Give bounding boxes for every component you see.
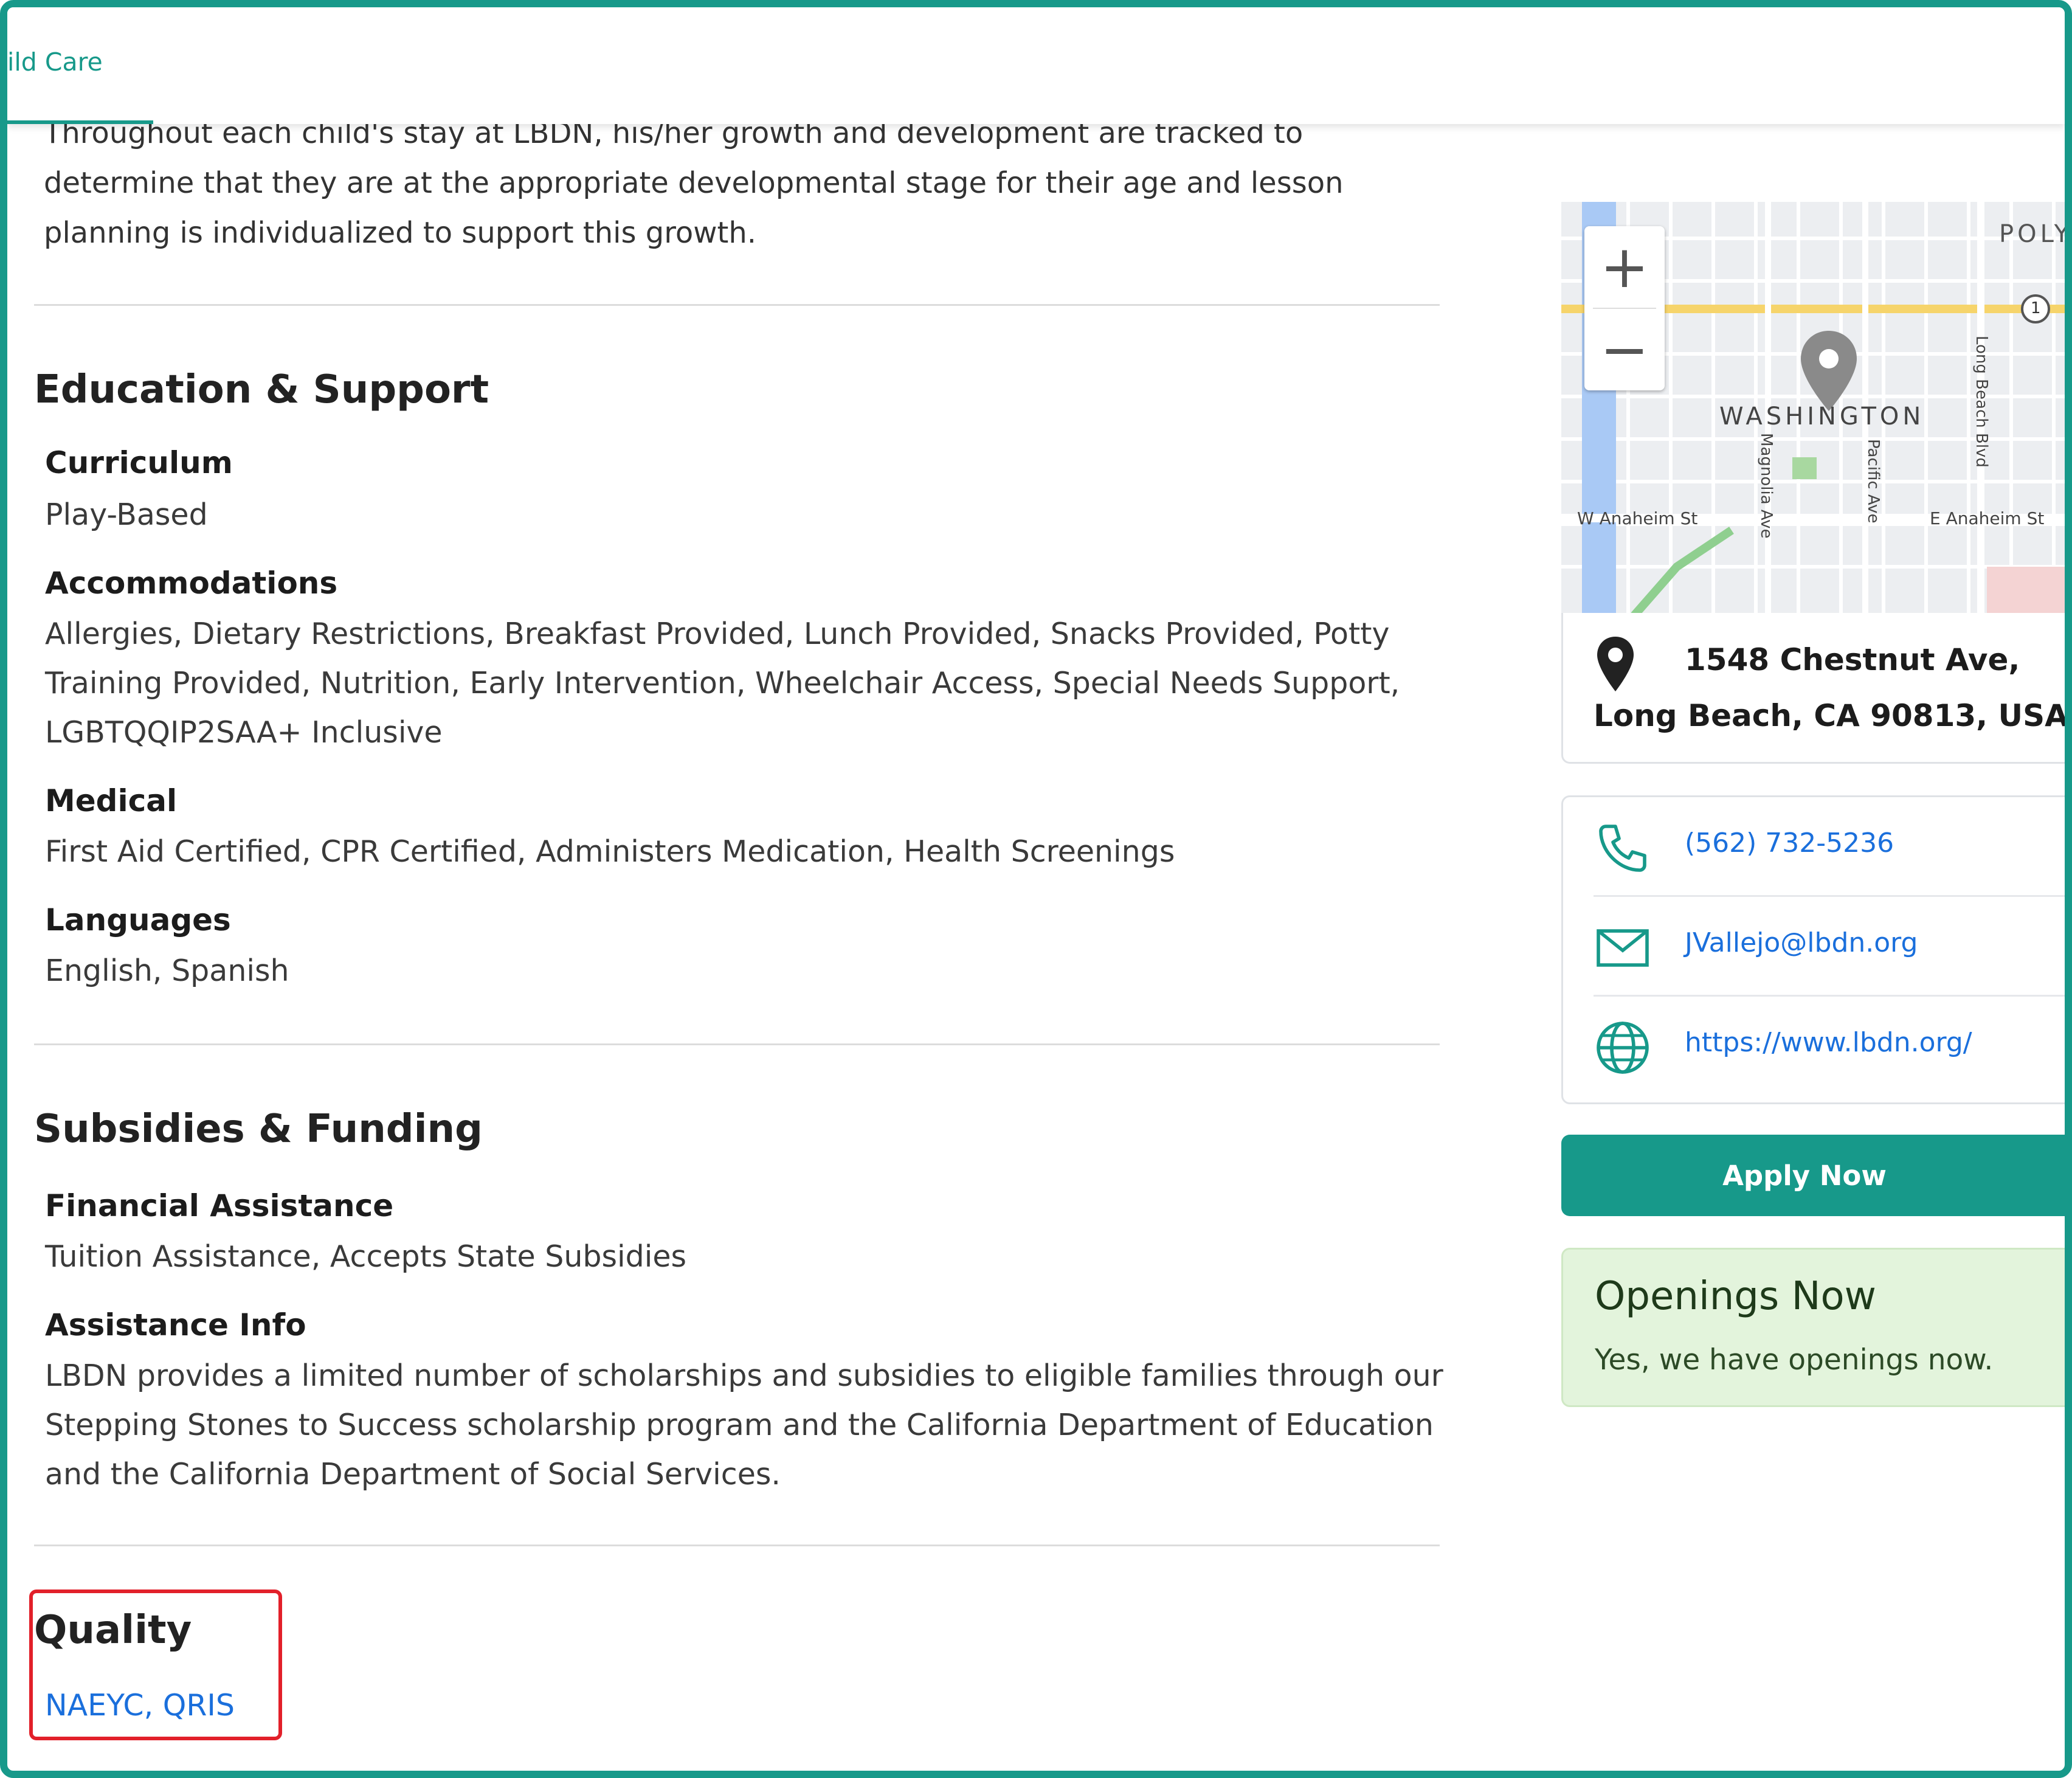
openings-text: Yes, we have openings now. — [1595, 1343, 1994, 1377]
financial-label: Financial Assistance — [45, 1188, 394, 1223]
map-label-magnolia: Magnolia Ave — [1757, 433, 1775, 539]
assistance-info-value: LBDN provides a limited number of schola… — [45, 1358, 1443, 1492]
location-pin-icon — [1597, 637, 1634, 691]
email-link[interactable]: JVallejo@lbdn.org — [1685, 927, 1918, 958]
phone-link[interactable]: (562) 732-5236 — [1685, 828, 1894, 859]
address-card: 1548 Chestnut Ave, Long Beach, CA 90813,… — [1561, 613, 2068, 764]
section-divider — [34, 304, 1440, 306]
address-line2: Long Beach, CA 90813, USA — [1594, 698, 2068, 733]
section-divider — [34, 1545, 1440, 1546]
accommodations-value: Allergies, Dietary Restrictions, Breakfa… — [45, 617, 1400, 750]
map-label-long-beach-blvd: Long Beach Blvd — [1972, 336, 1991, 468]
map-label-w-anaheim: W Anaheim St — [1577, 508, 1698, 528]
languages-value: English, Spanish — [45, 953, 289, 988]
map-zoom-controls: + − — [1584, 226, 1665, 390]
medical-value: First Aid Certified, CPR Certified, Admi… — [45, 834, 1175, 869]
accommodations-label: Accommodations — [45, 566, 338, 601]
financial-value: Tuition Assistance, Accepts State Subsid… — [45, 1239, 687, 1274]
top-nav-bar: ild Care — [7, 7, 2065, 124]
zoom-out-button[interactable]: − — [1584, 309, 1665, 390]
phone-icon — [1599, 825, 1646, 872]
address-line1: 1548 Chestnut Ave, — [1685, 642, 2020, 677]
active-tab-underline — [7, 120, 153, 124]
curriculum-value: Play-Based — [45, 497, 208, 532]
email-row[interactable]: JVallejo@lbdn.org — [1594, 897, 2065, 997]
map-label-route: 1 — [2031, 299, 2041, 317]
website-row[interactable]: https://www.lbdn.org/ — [1594, 997, 2065, 1096]
website-link[interactable]: https://www.lbdn.org/ — [1685, 1027, 1972, 1058]
assistance-info-label: Assistance Info — [45, 1307, 306, 1343]
envelope-icon — [1597, 929, 1649, 967]
contact-card: (562) 732-5236 JVallejo@lbdn.org https:/… — [1561, 795, 2065, 1104]
phone-row[interactable]: (562) 732-5236 — [1594, 797, 2065, 897]
apply-now-button[interactable]: Apply Now — [1561, 1135, 2065, 1216]
subsidies-heading: Subsidies & Funding — [34, 1107, 483, 1152]
medical-label: Medical — [45, 783, 178, 818]
browser-frame: Throughout each child's stay at LBDN, hi… — [0, 0, 2072, 1778]
map-label-pacific: Pacific Ave — [1864, 439, 1882, 524]
languages-label: Languages — [45, 902, 231, 938]
globe-icon — [1597, 1022, 1649, 1074]
map-label-e-anaheim: E Anaheim St — [1930, 508, 2045, 528]
curriculum-label: Curriculum — [45, 445, 233, 480]
map-label-poly: POLY — [1999, 220, 2072, 248]
nav-tab-child-care[interactable]: ild Care — [7, 47, 103, 77]
map-label-neighborhood: WASHINGTON — [1719, 403, 1925, 431]
openings-card: Openings Now Yes, we have openings now. — [1561, 1248, 2065, 1407]
section-divider — [34, 1043, 1440, 1045]
education-heading: Education & Support — [34, 367, 489, 412]
zoom-in-button[interactable]: + — [1584, 226, 1665, 308]
development-text: Throughout each child's stay at LBDN, hi… — [44, 116, 1344, 250]
highlight-box — [29, 1589, 282, 1740]
openings-title: Openings Now — [1595, 1274, 1876, 1319]
